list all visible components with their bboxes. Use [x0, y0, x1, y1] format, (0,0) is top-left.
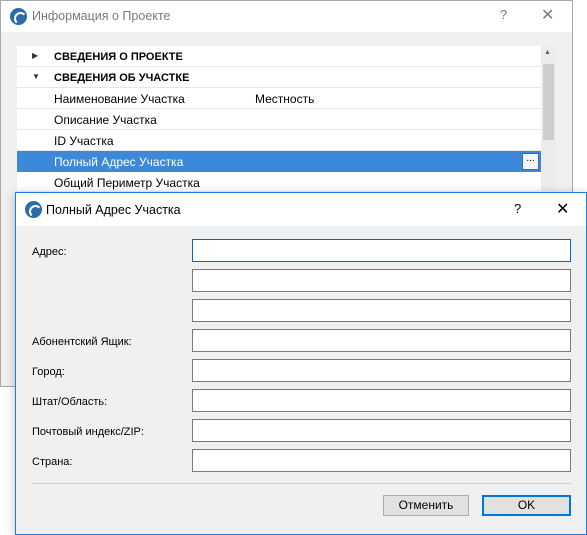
- item-label: Общий Периметр Участка: [54, 176, 200, 190]
- list-item-full-site-address[interactable]: Полный Адрес Участка ...: [17, 151, 541, 172]
- city-input[interactable]: [192, 359, 571, 382]
- project-info-titlebar: Информация о Проекте ? ✕: [1, 1, 572, 32]
- scrollbar-thumb[interactable]: [543, 64, 554, 140]
- item-label: ID Участка: [54, 134, 114, 148]
- group-row-project-info[interactable]: ▶ СВЕДЕНИЯ О ПРОЕКТЕ: [17, 46, 541, 67]
- project-info-list: ▶ СВЕДЕНИЯ О ПРОЕКТЕ ▼ СВЕДЕНИЯ ОБ УЧАСТ…: [17, 46, 541, 193]
- address-line1-input[interactable]: [192, 239, 571, 262]
- collapsed-arrow-icon[interactable]: ▶: [32, 51, 38, 60]
- project-info-title: Информация о Проекте: [32, 9, 171, 23]
- address-line3-input[interactable]: [192, 299, 571, 322]
- full-site-address-dialog: Полный Адрес Участка ? ✕ Адрес: Абонентс…: [15, 192, 587, 535]
- dialog-title: Полный Адрес Участка: [46, 203, 181, 217]
- address-line2-input[interactable]: [192, 269, 571, 292]
- cancel-button[interactable]: Отменить: [383, 495, 469, 516]
- browse-ellipsis-button[interactable]: ...: [522, 153, 539, 170]
- group-label: СВЕДЕНИЯ ОБ УЧАСТКЕ: [54, 72, 190, 84]
- help-icon[interactable]: ?: [514, 201, 521, 216]
- item-label: Полный Адрес Участка: [54, 155, 184, 169]
- app-logo-icon: [10, 8, 27, 25]
- zip-label: Почтовый индекс/ZIP:: [32, 426, 144, 438]
- list-item-site-id[interactable]: ID Участка: [17, 130, 541, 151]
- close-icon[interactable]: ✕: [556, 199, 569, 219]
- item-label: Наименование Участка: [54, 92, 185, 106]
- scroll-up-arrow-icon[interactable]: ▲: [544, 49, 551, 56]
- item-value[interactable]: Местность: [255, 92, 314, 106]
- app-logo-icon: [25, 201, 42, 218]
- expanded-arrow-icon[interactable]: ▼: [32, 72, 40, 81]
- help-icon[interactable]: ?: [500, 7, 507, 22]
- vertical-scrollbar[interactable]: ▲: [541, 46, 556, 196]
- list-item-site-description[interactable]: Описание Участка: [17, 109, 541, 130]
- list-item-site-name[interactable]: Наименование Участка Местность: [17, 88, 541, 109]
- close-icon[interactable]: ✕: [541, 5, 554, 25]
- state-input[interactable]: [192, 389, 571, 412]
- group-row-site-info[interactable]: ▼ СВЕДЕНИЯ ОБ УЧАСТКЕ: [17, 67, 541, 88]
- address-label: Адрес:: [32, 246, 67, 258]
- dialog-titlebar: Полный Адрес Участка ? ✕: [16, 193, 586, 226]
- zip-input[interactable]: [192, 419, 571, 442]
- dialog-separator: [32, 483, 571, 484]
- city-label: Город:: [32, 366, 65, 378]
- state-label: Штат/Область:: [32, 396, 108, 408]
- ok-button[interactable]: OK: [482, 495, 571, 516]
- country-label: Страна:: [32, 456, 73, 468]
- group-label: СВЕДЕНИЯ О ПРОЕКТЕ: [54, 51, 183, 63]
- list-item-site-perimeter[interactable]: Общий Периметр Участка: [17, 172, 541, 193]
- country-input[interactable]: [192, 449, 571, 472]
- po-box-label: Абонентский Ящик:: [32, 336, 132, 348]
- item-label: Описание Участка: [54, 113, 157, 127]
- po-box-input[interactable]: [192, 329, 571, 352]
